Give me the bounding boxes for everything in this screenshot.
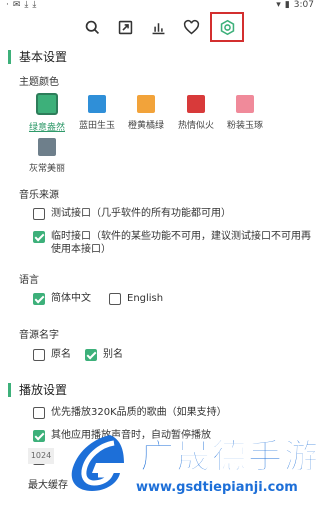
theme-swatch-gray[interactable]: 灰常美丽 (21, 138, 73, 174)
name-original-option[interactable]: 原名 (33, 348, 71, 361)
export-icon[interactable] (114, 16, 136, 38)
checkbox[interactable] (109, 293, 121, 305)
option-label: 简体中文 (51, 293, 91, 304)
swatch-label: 热情似火 (177, 121, 214, 131)
chart-icon[interactable] (147, 16, 169, 38)
download-icon: ⤓ (24, 0, 29, 10)
battery-icon: ▮ (284, 0, 290, 10)
swatch-label: 灰常美丽 (28, 164, 65, 174)
notification-icon: · (6, 0, 9, 10)
checkbox[interactable] (33, 349, 45, 361)
checkbox-checked[interactable] (33, 231, 45, 243)
source-name-label: 音源名字 (19, 330, 59, 341)
theme-swatch-blue[interactable]: 蓝田生玉 (71, 95, 123, 131)
theme-swatch-pink[interactable]: 粉装玉琢 (219, 95, 271, 131)
watermark-url: www.gsdtiepianji.com (136, 480, 298, 495)
watermark-logo-icon (71, 435, 124, 491)
option-label: 原名 (51, 349, 71, 360)
section-title-basic: 基本设置 (8, 50, 67, 64)
swatch-label: 粉装玉琢 (226, 121, 263, 131)
watermark: 广晟德手游 www.gsdtiepianji.com (40, 407, 320, 517)
lang-en-option[interactable]: English (109, 292, 163, 305)
swatch-color (36, 93, 58, 115)
music-source-label: 音乐来源 (19, 190, 59, 201)
source-temp-option[interactable]: 临时接口（软件的某些功能不可用，建议测试接口不可用再使用本接口） (33, 230, 311, 256)
option-label: 测试接口（几乎软件的所有功能都可用） (51, 208, 231, 219)
checkbox-checked[interactable] (33, 293, 45, 305)
swatch-color (38, 138, 56, 156)
theme-swatch-orange[interactable]: 橙黄橘绿 (120, 95, 172, 131)
watermark-text: 广晟德手游 (140, 437, 320, 478)
search-icon[interactable] (81, 16, 103, 38)
language-label: 语言 (19, 275, 39, 286)
clock: 3:07 (293, 0, 314, 10)
wifi-icon: ▾ (276, 0, 281, 10)
swatch-color (187, 95, 205, 113)
swatch-color (137, 95, 155, 113)
swatch-label: 橙黄橘绿 (127, 121, 164, 131)
status-bar: · ✉ ⤓ ⤓ ▾ ▮ 3:07 (0, 0, 320, 12)
theme-swatch-green[interactable]: 绿意盎然 (21, 93, 73, 133)
swatch-label: 蓝田生玉 (78, 121, 115, 131)
name-alias-option[interactable]: 别名 (85, 348, 123, 361)
notification-icons: · ✉ ⤓ ⤓ (6, 0, 36, 10)
source-test-option[interactable]: 测试接口（几乎软件的所有功能都可用） (33, 207, 313, 220)
theme-color-label: 主题颜色 (19, 77, 59, 88)
settings-icon[interactable] (210, 12, 244, 42)
option-label: 别名 (103, 349, 123, 360)
swatch-label: 绿意盎然 (28, 123, 65, 133)
system-icons: ▾ ▮ 3:07 (276, 0, 314, 10)
mail-icon: ✉ (12, 0, 21, 10)
download-icon: ⤓ (32, 0, 37, 10)
swatch-color (236, 95, 254, 113)
option-label: 临时接口（软件的某些功能不可用，建议测试接口不可用再使用本接口） (51, 231, 311, 255)
checkbox-checked[interactable] (85, 349, 97, 361)
checkbox[interactable] (33, 208, 45, 220)
theme-swatch-red[interactable]: 热情似火 (170, 95, 222, 131)
option-label: English (127, 293, 164, 304)
heart-icon[interactable] (180, 16, 202, 38)
section-title-playback: 播放设置 (8, 383, 67, 397)
swatch-color (88, 95, 106, 113)
lang-zh-option[interactable]: 简体中文 (33, 292, 91, 305)
top-toolbar (0, 12, 320, 42)
